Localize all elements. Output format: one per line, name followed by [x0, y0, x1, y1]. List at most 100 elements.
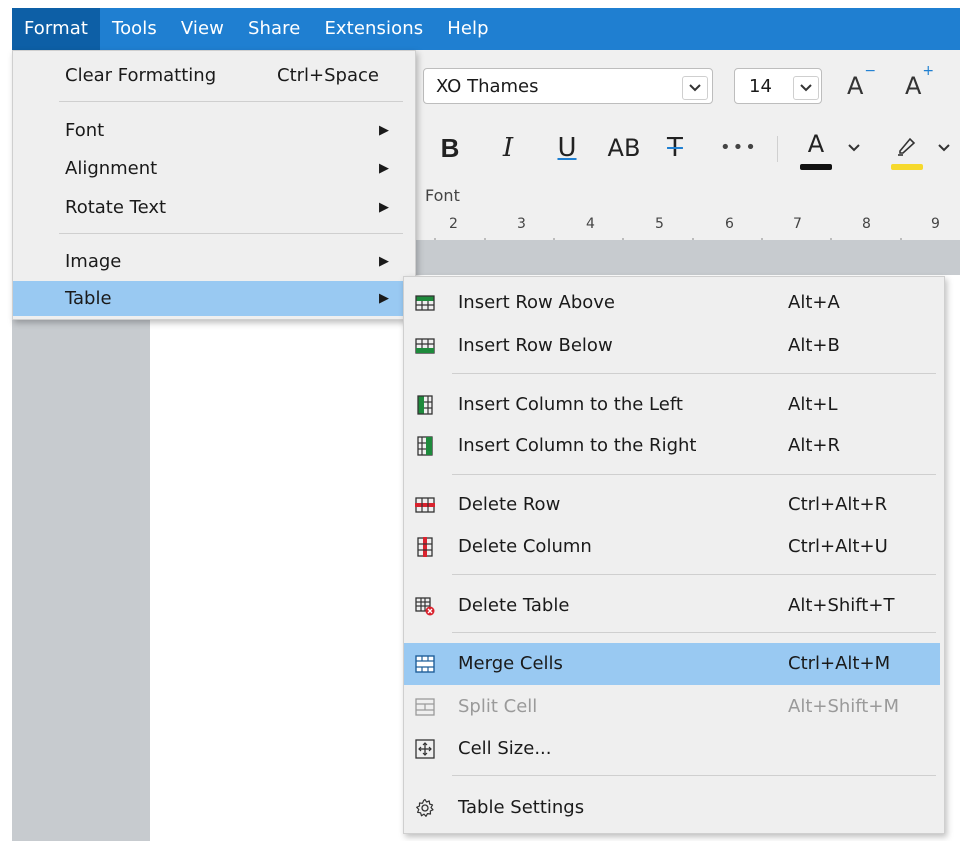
menu-item-label: Insert Row Above [458, 292, 615, 313]
menu-bar-strip: Format Tools View Share Extensions Help [12, 8, 960, 50]
menu-separator [452, 775, 936, 776]
merge-cells-icon [415, 655, 435, 673]
menu-item-merge-cells[interactable]: Merge Cells Ctrl+Alt+M [404, 643, 940, 685]
menu-extensions[interactable]: Extensions [312, 8, 435, 50]
menu-item-insert-column-right[interactable]: Insert Column to the Right Alt+R [404, 425, 940, 467]
menu-item-image[interactable]: Image ▶ [13, 244, 415, 279]
strikethrough-button[interactable]: T [660, 130, 690, 166]
menu-item-delete-table[interactable]: Delete Table Alt+Shift+T [404, 585, 940, 627]
menu-item-shortcut: Ctrl+Alt+R [788, 494, 888, 515]
menu-item-insert-row-below[interactable]: Insert Row Below Alt+B [404, 325, 940, 367]
font-name-value: XO Thames [436, 76, 539, 97]
menu-item-label: Delete Column [458, 536, 592, 557]
split-cell-icon [415, 698, 435, 716]
bold-button[interactable]: B [435, 130, 465, 166]
highlight-color-button[interactable] [891, 130, 923, 170]
menu-item-rotate-text[interactable]: Rotate Text ▶ [13, 190, 415, 225]
menu-item-table[interactable]: Table ▶ [13, 281, 415, 316]
menu-item-label: Insert Column to the Left [458, 394, 683, 415]
toolbar: XO Thames 14 A− A+ B I U AB T ••• A Font… [415, 50, 960, 250]
menu-item-delete-row[interactable]: Delete Row Ctrl+Alt+R [404, 484, 940, 526]
menu-item-shortcut: Ctrl+Alt+M [788, 653, 891, 674]
chevron-down-icon[interactable] [848, 140, 860, 156]
cell-size-icon [415, 739, 435, 759]
font-size-value: 14 [749, 76, 772, 97]
font-group-label: Font [425, 186, 460, 205]
all-caps-button[interactable]: AB [601, 130, 647, 166]
gear-icon [416, 798, 434, 817]
chevron-down-icon[interactable] [938, 140, 950, 156]
menu-item-label: Table Settings [458, 797, 585, 818]
decrease-font-label: A [847, 72, 864, 100]
menu-separator [59, 101, 403, 102]
menu-tools[interactable]: Tools [100, 8, 169, 50]
menu-bar: Format Tools View Share Extensions Help [0, 0, 960, 50]
underline-button[interactable]: U [552, 130, 582, 166]
menu-item-label: Rotate Text [65, 197, 167, 218]
highlighter-icon [898, 137, 916, 156]
toolbar-divider [777, 136, 778, 162]
menu-item-clear-formatting[interactable]: Clear Formatting Ctrl+Space [13, 58, 415, 93]
delete-table-icon [415, 597, 435, 616]
menu-view[interactable]: View [169, 8, 236, 50]
delete-row-icon [415, 497, 435, 513]
menu-item-label: Table [65, 288, 112, 309]
menu-format[interactable]: Format [12, 8, 101, 50]
more-options-button[interactable]: ••• [720, 130, 756, 166]
menu-item-shortcut: Alt+L [788, 394, 838, 415]
submenu-arrow-icon: ▶ [379, 161, 389, 176]
insert-column-right-icon [417, 436, 433, 456]
font-name-select[interactable]: XO Thames [423, 68, 713, 104]
menu-item-insert-column-left[interactable]: Insert Column to the Left Alt+L [404, 384, 940, 426]
table-submenu: Insert Row Above Alt+A Insert Row Below … [403, 276, 945, 834]
menu-item-table-settings[interactable]: Table Settings [404, 787, 940, 829]
insert-column-left-icon [417, 395, 433, 415]
menu-item-delete-column[interactable]: Delete Column Ctrl+Alt+U [404, 526, 940, 568]
menu-item-label: Cell Size... [458, 738, 552, 759]
menu-item-insert-row-above[interactable]: Insert Row Above Alt+A [404, 282, 940, 324]
menu-item-label: Insert Row Below [458, 335, 613, 356]
menu-item-shortcut: Ctrl+Space [277, 65, 379, 86]
document-page[interactable] [150, 320, 410, 841]
menu-item-label: Insert Column to the Right [458, 435, 697, 456]
chevron-down-icon[interactable] [682, 76, 708, 100]
menu-separator [452, 632, 936, 633]
menu-item-alignment[interactable]: Alignment ▶ [13, 151, 415, 186]
menu-separator [452, 574, 936, 575]
font-color-bar [800, 164, 832, 170]
menu-separator [452, 474, 936, 475]
menu-separator [452, 373, 936, 374]
menu-item-label: Merge Cells [458, 653, 563, 674]
plus-icon: + [922, 63, 935, 79]
italic-button[interactable]: I [493, 130, 523, 166]
submenu-arrow-icon: ▶ [379, 254, 389, 269]
document-margin [12, 320, 150, 841]
menu-item-label: Delete Table [458, 595, 570, 616]
font-color-label: A [807, 130, 825, 158]
menu-item-font[interactable]: Font ▶ [13, 113, 415, 148]
increase-font-size-button[interactable]: A+ [905, 63, 934, 100]
submenu-arrow-icon: ▶ [379, 123, 389, 138]
submenu-arrow-icon: ▶ [379, 200, 389, 215]
menu-item-label: Font [65, 120, 105, 141]
menu-item-shortcut: Alt+Shift+T [788, 595, 895, 616]
format-menu: Clear Formatting Ctrl+Space Font ▶ Align… [12, 50, 416, 320]
menu-item-shortcut: Alt+A [788, 292, 840, 313]
highlight-color-bar [891, 164, 923, 170]
menu-item-shortcut: Alt+Shift+M [788, 696, 899, 717]
menu-share[interactable]: Share [236, 8, 312, 50]
menu-separator [59, 233, 403, 234]
menu-help[interactable]: Help [435, 8, 500, 50]
minus-icon: − [864, 63, 877, 79]
font-size-select[interactable]: 14 [734, 68, 822, 104]
menu-item-cell-size[interactable]: Cell Size... [404, 728, 940, 770]
menu-item-label: Image [65, 251, 122, 272]
menu-item-split-cell: Split Cell Alt+Shift+M [404, 686, 940, 728]
menu-item-label: Delete Row [458, 494, 561, 515]
submenu-arrow-icon: ▶ [379, 291, 389, 306]
decrease-font-size-button[interactable]: A− [847, 63, 876, 100]
font-color-button[interactable]: A [800, 130, 832, 170]
chevron-down-icon[interactable] [793, 76, 819, 100]
document-background [415, 240, 960, 275]
menu-item-shortcut: Alt+B [788, 335, 840, 356]
